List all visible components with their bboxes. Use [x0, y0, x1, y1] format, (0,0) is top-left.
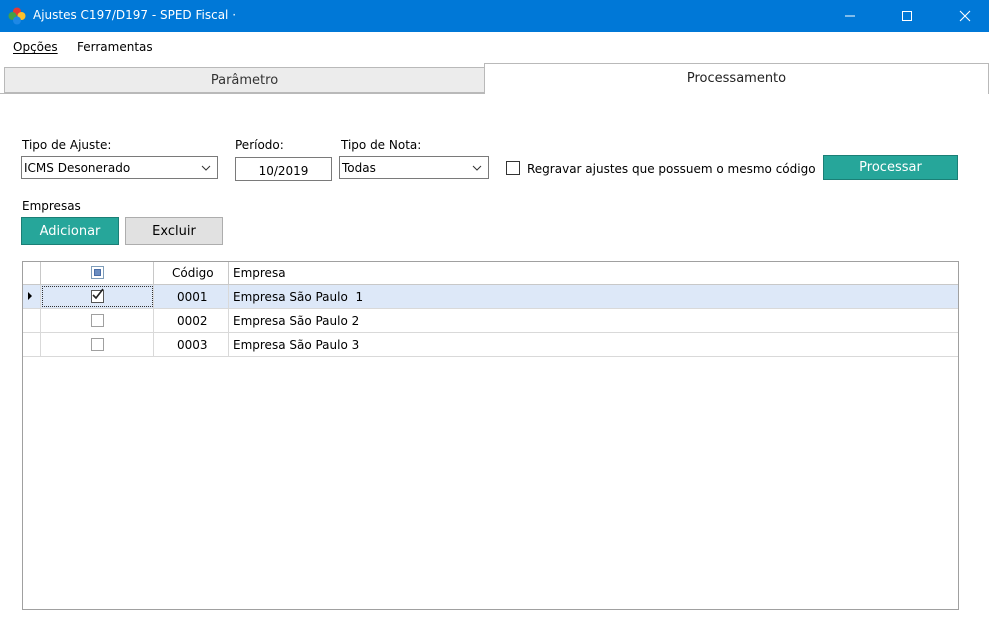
empresas-label: Empresas	[22, 199, 81, 213]
row-checkbox[interactable]	[91, 314, 104, 327]
row-codigo: 0003	[177, 338, 208, 352]
regravar-label: Regravar ajustes que possuem o mesmo cód…	[527, 162, 816, 176]
minimize-button[interactable]	[827, 0, 873, 32]
regravar-checkbox[interactable]	[506, 161, 520, 175]
row-empresa: Empresa São Paulo 3	[233, 338, 360, 352]
tab-parametro[interactable]: Parâmetro	[4, 67, 485, 93]
periodo-label: Período:	[235, 138, 284, 152]
menu-opcoes[interactable]: Opções	[13, 40, 58, 54]
tipo-ajuste-value: ICMS Desonerado	[24, 161, 131, 175]
periodo-value: 10/2019	[258, 164, 309, 178]
menu-ferramentas[interactable]: Ferramentas	[77, 40, 153, 54]
tab-processamento[interactable]: Processamento	[484, 63, 989, 94]
row-codigo: 0002	[177, 314, 208, 328]
app-logo-icon	[8, 7, 26, 25]
header-empresa-cell[interactable]	[229, 262, 958, 285]
row-indicator-cell	[23, 309, 41, 333]
select-all-checkbox[interactable]	[91, 266, 104, 279]
adicionar-button[interactable]: Adicionar	[21, 217, 119, 245]
row-checkbox[interactable]	[91, 288, 104, 303]
table-row[interactable]: 0001 Empresa São Paulo 1	[23, 285, 958, 309]
row-checkbox[interactable]	[91, 338, 104, 351]
title-bar: Ajustes C197/D197 - SPED Fiscal ·	[0, 0, 989, 32]
row-empresa: Empresa São Paulo 1	[233, 290, 364, 304]
tipo-nota-value: Todas	[342, 161, 376, 175]
maximize-icon	[902, 11, 912, 21]
row-codigo: 0001	[177, 290, 208, 304]
row-indicator-cell	[23, 333, 41, 357]
row-indicator-cell	[23, 285, 41, 309]
tab-divider	[0, 93, 485, 94]
checkmark-icon	[92, 288, 104, 300]
current-row-icon	[28, 292, 32, 300]
periodo-input[interactable]: 10/2019	[235, 157, 332, 181]
empresas-grid[interactable]: Código Empresa 0001 Empresa São Paulo 1 …	[22, 261, 959, 610]
tipo-nota-select[interactable]: Todas	[339, 156, 489, 179]
indeterminate-icon	[94, 269, 101, 276]
header-empresa: Empresa	[233, 266, 286, 280]
window-title: Ajustes C197/D197 - SPED Fiscal ·	[33, 8, 237, 22]
grid-header: Código Empresa	[23, 262, 958, 285]
header-indicator-cell	[23, 262, 41, 285]
row-empresa: Empresa São Paulo 2	[233, 314, 360, 328]
table-row[interactable]: 0003 Empresa São Paulo 3	[23, 333, 958, 357]
processar-button[interactable]: Processar	[823, 155, 958, 180]
header-codigo: Código	[172, 266, 214, 280]
close-icon	[959, 10, 971, 22]
excluir-button[interactable]: Excluir	[125, 217, 223, 245]
chevron-down-icon	[201, 165, 211, 171]
tipo-ajuste-label: Tipo de Ajuste:	[22, 138, 112, 152]
table-row[interactable]: 0002 Empresa São Paulo 2	[23, 309, 958, 333]
menu-bar: Opções Ferramentas	[0, 32, 989, 62]
minimize-icon	[845, 15, 855, 17]
header-check-cell	[41, 262, 154, 285]
chevron-down-icon	[472, 165, 482, 171]
tipo-nota-label: Tipo de Nota:	[341, 138, 422, 152]
close-button[interactable]	[942, 0, 988, 32]
maximize-button[interactable]	[884, 0, 930, 32]
tipo-ajuste-select[interactable]: ICMS Desonerado	[21, 156, 218, 179]
